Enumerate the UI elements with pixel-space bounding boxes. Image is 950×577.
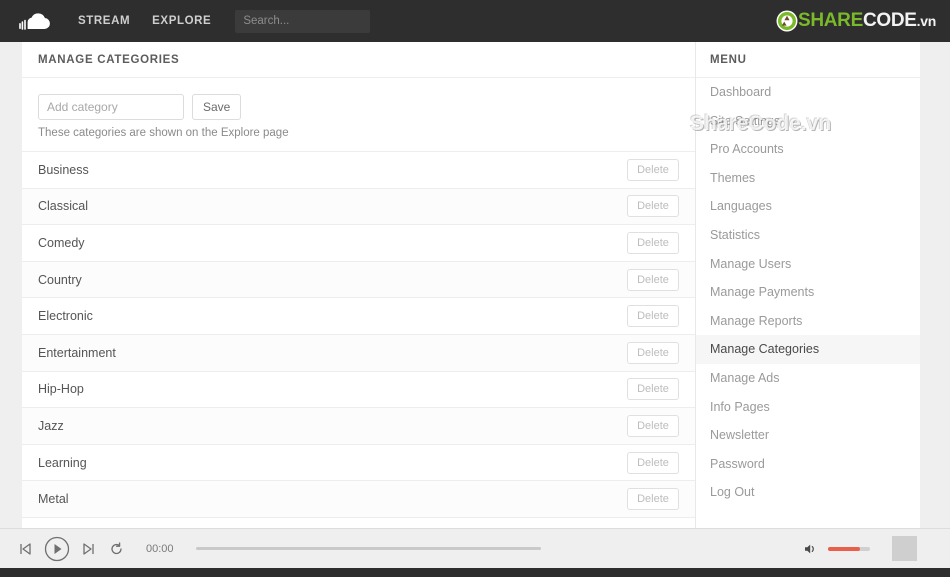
add-category-section: Save These categories are shown on the E… (22, 78, 695, 152)
track-artwork (891, 536, 917, 561)
audio-player-bar: 00:00 (0, 528, 950, 568)
nav-link-stream[interactable]: STREAM (78, 15, 130, 27)
category-name: Comedy (38, 235, 85, 250)
table-row: Learning Delete (22, 444, 695, 482)
delete-button[interactable]: Delete (627, 158, 679, 181)
table-row: Classical Delete (22, 188, 695, 226)
sidebar-menu-list: Dashboard Site Settings Pro Accounts Themes… (696, 78, 920, 507)
sidebar-item-languages[interactable]: Languages (696, 192, 920, 221)
delete-button[interactable]: Delete (627, 341, 679, 364)
bottom-edge-bar (0, 568, 950, 577)
site-logo[interactable] (18, 9, 54, 33)
sidebar-title: MENU (696, 42, 920, 78)
skip-next-icon[interactable] (82, 542, 96, 556)
volume-fill (827, 546, 861, 551)
table-row: Comedy Delete (22, 225, 695, 262)
sidebar-item-password[interactable]: Password (696, 450, 920, 479)
delete-button[interactable]: Delete (627, 378, 679, 401)
brand-text-vn: .vn (916, 13, 937, 29)
volume-icon[interactable] (803, 542, 818, 556)
current-time: 00:00 (146, 542, 174, 555)
delete-button[interactable]: Delete (627, 414, 679, 437)
sidebar-item-dashboard[interactable]: Dashboard (696, 78, 920, 107)
seek-slider[interactable] (195, 547, 541, 550)
delete-button[interactable]: Delete (627, 268, 679, 291)
save-button[interactable]: Save (192, 94, 242, 120)
table-row: Metal Delete (22, 481, 695, 518)
sidebar-item-manage-payments[interactable]: Manage Payments (696, 278, 920, 307)
category-name: Electronic (38, 309, 93, 324)
table-row: Hip-Hop Delete (22, 371, 695, 409)
table-row: Country Delete (22, 261, 695, 299)
sidebar-item-pro-accounts[interactable]: Pro Accounts (696, 135, 920, 164)
delete-button[interactable]: Delete (627, 305, 679, 328)
category-name: Country (38, 272, 82, 287)
sidebar-item-manage-categories[interactable]: Manage Categories (696, 335, 920, 364)
table-row: Jazz Delete (22, 408, 695, 445)
category-name: Entertainment (38, 345, 116, 360)
category-name: Hip-Hop (38, 382, 84, 397)
sidebar-item-manage-users[interactable]: Manage Users (696, 250, 920, 279)
category-name: Classical (38, 199, 89, 214)
category-name: Jazz (38, 418, 64, 433)
delete-button[interactable]: Delete (627, 195, 679, 218)
nav-link-explore[interactable]: EXPLORE (152, 15, 211, 27)
category-name: Learning (38, 455, 87, 470)
category-name: Metal (38, 492, 69, 507)
recycle-logo-icon (776, 10, 798, 32)
add-category-row: Save (38, 94, 679, 120)
table-row: Electronic Delete (22, 298, 695, 335)
sidebar-item-manage-ads[interactable]: Manage Ads (696, 364, 920, 393)
play-icon[interactable] (44, 536, 70, 562)
admin-sidebar: MENU Dashboard Site Settings Pro Accounts T… (696, 42, 920, 528)
add-category-input[interactable] (38, 94, 184, 120)
sidebar-item-site-settings[interactable]: Site Settings (696, 107, 920, 136)
sidebar-item-manage-reports[interactable]: Manage Reports (696, 307, 920, 336)
table-row: Entertainment Delete (22, 334, 695, 372)
search-input[interactable] (235, 9, 371, 33)
delete-button[interactable]: Delete (627, 451, 679, 474)
sidebar-item-info-pages[interactable]: Info Pages (696, 393, 920, 422)
table-row: Business Delete (22, 152, 695, 189)
delete-button[interactable]: Delete (627, 488, 679, 511)
skip-previous-icon[interactable] (18, 542, 32, 556)
brand-text-code: CODE (862, 10, 917, 31)
sidebar-item-statistics[interactable]: Statistics (696, 221, 920, 250)
sidebar-item-themes[interactable]: Themes (696, 164, 920, 193)
add-category-hint: These categories are shown on the Explor… (38, 127, 289, 139)
sidebar-item-log-out[interactable]: Log Out (696, 478, 920, 507)
brand-text-share: SHARE (797, 10, 863, 31)
top-navigation-bar: STREAM EXPLORE SHARE CODE .vn (0, 0, 950, 42)
main-content-panel: MANAGE CATEGORIES Save These categories … (22, 42, 696, 528)
soundcloud-cloud-icon (19, 13, 50, 30)
category-list: Business Delete Classical Delete Comedy Delet… (22, 152, 695, 518)
app-screen: STREAM EXPLORE SHARE CODE .vn MANAGE CAT… (0, 0, 950, 577)
repeat-icon[interactable] (110, 541, 124, 556)
sharecode-brand-logo: SHARE CODE .vn (776, 8, 936, 34)
sidebar-item-newsletter[interactable]: Newsletter (696, 421, 920, 450)
delete-button[interactable]: Delete (627, 231, 679, 254)
page-title: MANAGE CATEGORIES (22, 42, 695, 78)
category-name: Business (38, 162, 89, 177)
volume-slider[interactable] (827, 546, 870, 551)
